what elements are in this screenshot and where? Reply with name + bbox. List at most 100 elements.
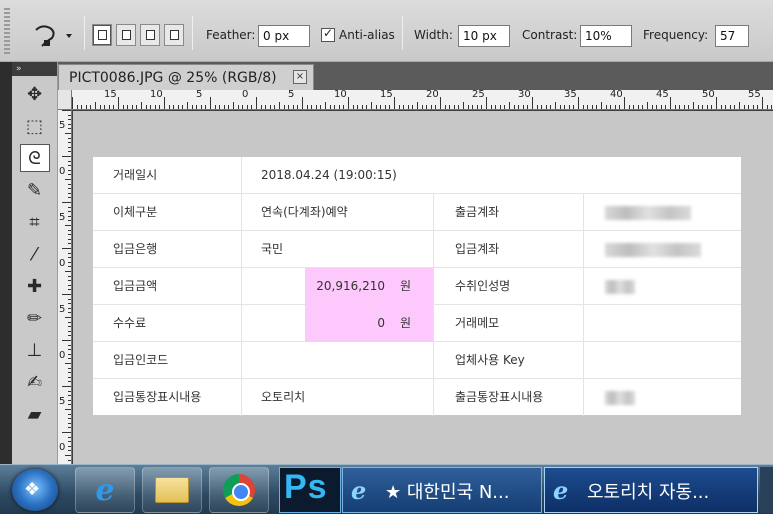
history-brush-icon: ✍ bbox=[26, 371, 43, 393]
feather-input[interactable]: 0 px bbox=[258, 25, 310, 47]
taskbar-window-ie-2[interactable]: e 오토리치 자동... bbox=[544, 467, 758, 513]
ruler-label: 10 bbox=[334, 90, 347, 100]
tool-button[interactable]: ✥ bbox=[20, 80, 50, 108]
divider bbox=[433, 194, 434, 231]
antialias-checkbox[interactable] bbox=[321, 26, 335, 42]
tools-panel-collapse[interactable]: » bbox=[12, 62, 57, 76]
ruler-tick bbox=[352, 105, 354, 109]
frequency-input[interactable]: 57 bbox=[715, 25, 749, 47]
tool-button[interactable]: ✏ bbox=[20, 304, 50, 332]
ruler-label: 5 bbox=[288, 90, 295, 100]
ruler-tick bbox=[68, 220, 71, 222]
tool-button[interactable]: ✍ bbox=[20, 368, 50, 396]
ruler-tick bbox=[68, 298, 71, 300]
photoshop-button[interactable]: Ps bbox=[279, 467, 341, 513]
vertical-ruler[interactable]: 505050505 bbox=[58, 110, 72, 464]
tool-preset-picker[interactable] bbox=[30, 22, 78, 50]
panel-edge bbox=[0, 62, 12, 464]
ruler-tick bbox=[610, 105, 612, 109]
internet-explorer-button[interactable]: e bbox=[75, 467, 135, 513]
tool-button[interactable]: ✚ bbox=[20, 272, 50, 300]
ruler-tick bbox=[104, 105, 106, 109]
ruler-tick bbox=[68, 399, 71, 401]
ruler-tick bbox=[596, 105, 598, 109]
ruler-tick bbox=[68, 372, 71, 374]
ruler-tick bbox=[279, 102, 280, 109]
width-input[interactable]: 10 px bbox=[458, 25, 510, 47]
table-row: 입금인코드 업체사용 Key bbox=[93, 342, 741, 379]
redacted-value bbox=[605, 280, 635, 294]
tool-button[interactable]: ⁄ bbox=[20, 240, 50, 268]
tool-button[interactable]: ✎ bbox=[20, 176, 50, 204]
ruler-tick bbox=[68, 335, 71, 337]
subtract-selection-button[interactable] bbox=[140, 24, 160, 46]
ruler-tick bbox=[68, 358, 71, 360]
ruler-tick bbox=[228, 105, 230, 109]
file-explorer-button[interactable] bbox=[142, 467, 202, 513]
start-button[interactable]: ❖ bbox=[12, 469, 58, 511]
internet-explorer-icon: e bbox=[553, 476, 569, 505]
tool-button[interactable]: ⬚ bbox=[20, 112, 50, 140]
ruler-tick bbox=[68, 312, 71, 314]
tool-button[interactable]: ▰ bbox=[20, 400, 50, 428]
intersect-selection-button[interactable] bbox=[164, 24, 184, 46]
taskbar: ❖ e Ps e ★ 대한민국 N... e 오토리치 자동... bbox=[0, 464, 773, 514]
antialias-label: Anti-alias bbox=[339, 28, 395, 42]
ruler-tick bbox=[683, 105, 685, 109]
document-tab-strip: PICT0086.JPG @ 25% (RGB/8) × bbox=[58, 62, 773, 90]
horizontal-ruler[interactable]: 15 10 5 0 5 10 15 20 25 30 35 40 45 50 55 bbox=[72, 90, 773, 110]
ruler-tick bbox=[68, 229, 71, 231]
ruler-tick bbox=[62, 432, 71, 433]
ruler-tick bbox=[68, 188, 71, 190]
ruler-tick bbox=[274, 105, 276, 109]
ruler-label: 30 bbox=[518, 90, 531, 100]
tool-button[interactable]: ᘓ bbox=[19, 144, 50, 172]
canvas[interactable]: 거래일시 2018.04.24 (19:00:15) 이체구분 연속(다계좌)예약 출금… bbox=[73, 111, 773, 464]
add-to-selection-button[interactable] bbox=[116, 24, 136, 46]
tool-button[interactable]: ⊥ bbox=[20, 336, 50, 364]
ruler-tick bbox=[68, 390, 71, 392]
selection-mode-group bbox=[92, 24, 184, 46]
table-row: 거래일시 2018.04.24 (19:00:15) bbox=[93, 157, 741, 194]
ruler-tick bbox=[601, 102, 602, 109]
taskbar-window-ie-1[interactable]: e ★ 대한민국 N... bbox=[342, 467, 542, 513]
field-value: 국민 bbox=[261, 242, 284, 256]
new-selection-button[interactable] bbox=[92, 24, 112, 46]
separator bbox=[84, 16, 85, 50]
ruler-tick bbox=[68, 450, 71, 452]
tool-button[interactable]: ⌗ bbox=[20, 208, 50, 236]
ruler-tick bbox=[628, 105, 630, 109]
ruler-tick bbox=[68, 146, 71, 148]
ruler-tick bbox=[68, 165, 71, 167]
ruler-tick bbox=[68, 303, 71, 305]
ruler-tick bbox=[118, 97, 119, 109]
ruler-label: 35 bbox=[564, 90, 577, 100]
table-row: 입금은행 국민 입금계좌 bbox=[93, 231, 741, 268]
ruler-tick bbox=[65, 271, 71, 272]
ruler-tick bbox=[68, 261, 71, 263]
document-tab[interactable]: PICT0086.JPG @ 25% (RGB/8) × bbox=[58, 64, 314, 90]
ruler-tick bbox=[545, 105, 547, 109]
ruler-tick bbox=[154, 105, 156, 109]
ruler-tick bbox=[453, 105, 455, 109]
add-selection-icon bbox=[122, 30, 131, 40]
ruler-tick bbox=[85, 105, 87, 109]
ruler-label: 5 bbox=[59, 304, 66, 315]
photoshop-icon: Ps bbox=[284, 468, 328, 506]
divider bbox=[241, 194, 242, 231]
field-value: 오토리치 bbox=[261, 390, 306, 404]
feather-label: Feather: bbox=[206, 28, 256, 42]
field-label: 입금은행 bbox=[113, 242, 158, 256]
table-row: 입금금액 20,916,210 원 수취인성명 bbox=[93, 268, 741, 305]
ruler-tick bbox=[752, 105, 754, 109]
field-label: 입금통장표시내용 bbox=[113, 390, 202, 404]
close-tab-button[interactable]: × bbox=[293, 70, 307, 84]
ruler-tick bbox=[394, 97, 395, 109]
ruler-tick bbox=[65, 455, 71, 456]
chrome-button[interactable] bbox=[209, 467, 269, 513]
show-desktop-button[interactable] bbox=[760, 467, 773, 513]
ruler-tick bbox=[725, 105, 727, 109]
options-bar-grip[interactable] bbox=[4, 8, 10, 56]
contrast-input[interactable]: 10% bbox=[580, 25, 632, 47]
ruler-label: 15 bbox=[104, 90, 117, 100]
